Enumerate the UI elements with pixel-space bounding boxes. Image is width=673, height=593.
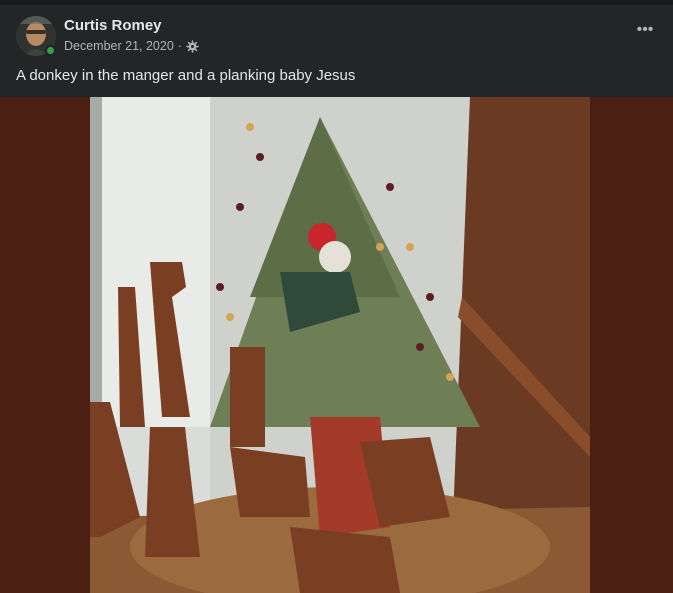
online-status-indicator [45, 45, 56, 56]
more-options-icon[interactable]: ••• [635, 22, 655, 43]
post-photo-container[interactable] [0, 97, 673, 593]
author-name[interactable]: Curtis Romey [64, 17, 162, 34]
post-photo[interactable] [90, 97, 590, 593]
post-date[interactable]: December 21, 2020 [64, 39, 174, 53]
post-header: Curtis Romey December 21, 2020 · ••• A d… [0, 5, 673, 97]
author-avatar[interactable] [16, 16, 56, 56]
facebook-post: Curtis Romey December 21, 2020 · ••• A d… [0, 0, 673, 593]
gear-icon[interactable] [186, 39, 199, 53]
post-caption: A donkey in the manger and a planking ba… [16, 67, 356, 84]
post-meta: December 21, 2020 · [64, 39, 199, 53]
meta-separator: · [177, 39, 182, 53]
